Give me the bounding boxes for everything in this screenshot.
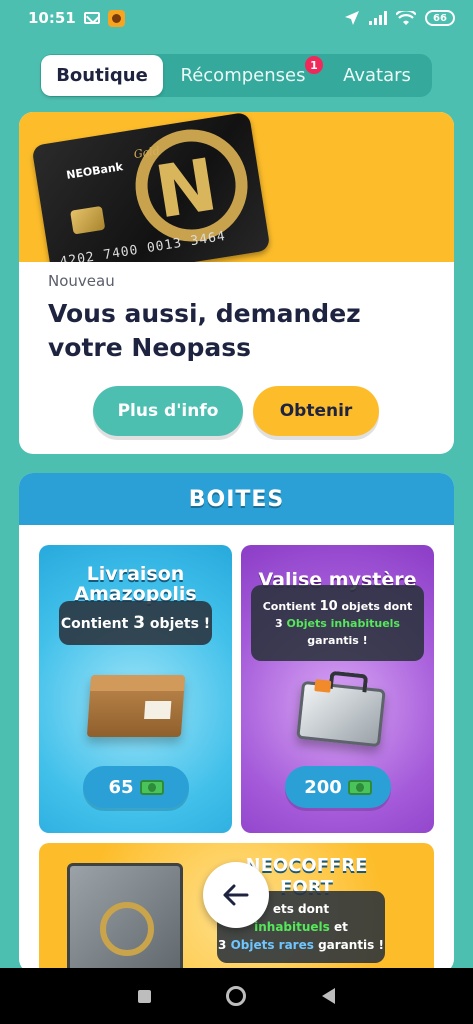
box-description: Contient 3 objets ! bbox=[59, 601, 212, 645]
desc-rarity-uncommon: inhabituels bbox=[254, 920, 330, 934]
price-value: 65 bbox=[108, 776, 134, 798]
more-info-button[interactable]: Plus d'info bbox=[93, 386, 243, 436]
tab-avatars[interactable]: Avatars bbox=[323, 54, 431, 97]
box-tile-amazopolis[interactable]: Livraison Amazopolis Contient 3 objets !… bbox=[39, 545, 232, 833]
promo-kicker: Nouveau bbox=[48, 272, 115, 290]
arrow-left-icon bbox=[223, 884, 249, 906]
location-icon bbox=[345, 11, 359, 25]
cardboard-box-icon bbox=[86, 675, 186, 737]
promo-banner: N NEOBank Gold 4202 7400 0013 3464 bbox=[19, 112, 454, 262]
tab-recompenses-label: Récompenses bbox=[180, 65, 306, 86]
back-button[interactable] bbox=[203, 862, 269, 928]
desc-suffix: objets dont bbox=[337, 599, 413, 613]
desc-line1: ets dont bbox=[272, 902, 330, 916]
status-time: 10:51 bbox=[28, 9, 76, 27]
desc-rare-count: 3 bbox=[218, 938, 227, 952]
wifi-icon bbox=[396, 10, 416, 25]
neobank-card-image: N NEOBank Gold 4202 7400 0013 3464 bbox=[31, 112, 271, 262]
price-button-amazopolis[interactable]: 65 bbox=[83, 766, 189, 808]
card-chip-icon bbox=[70, 205, 106, 235]
promo-title: Vous aussi, demandez votre Neopass bbox=[48, 299, 361, 362]
obtain-button[interactable]: Obtenir bbox=[253, 386, 379, 436]
mail-icon bbox=[83, 12, 100, 24]
banknote-icon bbox=[139, 779, 164, 795]
system-back-icon[interactable] bbox=[322, 988, 336, 1004]
boxes-header: BOITES bbox=[19, 473, 454, 525]
box-name-line1: Livraison bbox=[86, 563, 185, 585]
desc-guaranteed-count: 3 bbox=[275, 616, 283, 630]
notification-badge: 1 bbox=[305, 56, 323, 74]
desc-suffix: objets ! bbox=[145, 616, 211, 632]
boxes-title: BOITES bbox=[188, 486, 285, 512]
desc-prefix: Contient bbox=[60, 616, 134, 632]
desc-count: 3 bbox=[133, 613, 146, 633]
system-nav-bar bbox=[0, 968, 473, 1024]
neopass-promo-card: N NEOBank Gold 4202 7400 0013 3464 Nouve… bbox=[19, 112, 454, 454]
desc-guaranteed: garantis ! bbox=[318, 938, 384, 952]
signal-icon bbox=[369, 11, 387, 25]
tab-boutique[interactable]: Boutique bbox=[41, 55, 163, 96]
card-number: 4202 7400 0013 3464 bbox=[58, 228, 227, 262]
banknote-icon bbox=[347, 779, 372, 795]
price-button-valise[interactable]: 200 bbox=[285, 766, 391, 808]
price-value: 200 bbox=[304, 776, 342, 798]
box-tile-valise-mystere[interactable]: Valise mystère Contient 10 objets dont 3… bbox=[241, 545, 434, 833]
battery-indicator: 66 bbox=[425, 10, 455, 26]
safe-icon bbox=[67, 863, 183, 973]
recents-icon[interactable] bbox=[137, 989, 151, 1003]
desc-guaranteed: garantis ! bbox=[307, 633, 368, 647]
home-icon[interactable] bbox=[226, 986, 247, 1006]
desc-rarity: Objets inhabituels bbox=[286, 616, 400, 630]
shop-tabs: Boutique Récompenses 1 Avatars bbox=[40, 54, 432, 97]
desc-connector: et bbox=[334, 920, 348, 934]
box-description: Contient 10 objets dont 3 Objets inhabit… bbox=[251, 585, 424, 661]
desc-count: 10 bbox=[319, 598, 338, 614]
bank-name: NEOBank bbox=[65, 160, 124, 182]
desc-prefix: Contient bbox=[262, 599, 320, 613]
status-bar: 10:51 66 bbox=[0, 0, 473, 36]
desc-rarity-rare: Objets rares bbox=[230, 938, 314, 952]
suitcase-icon bbox=[296, 680, 386, 748]
app-notification-icon bbox=[107, 9, 125, 27]
tab-recompenses[interactable]: Récompenses 1 bbox=[163, 54, 323, 97]
